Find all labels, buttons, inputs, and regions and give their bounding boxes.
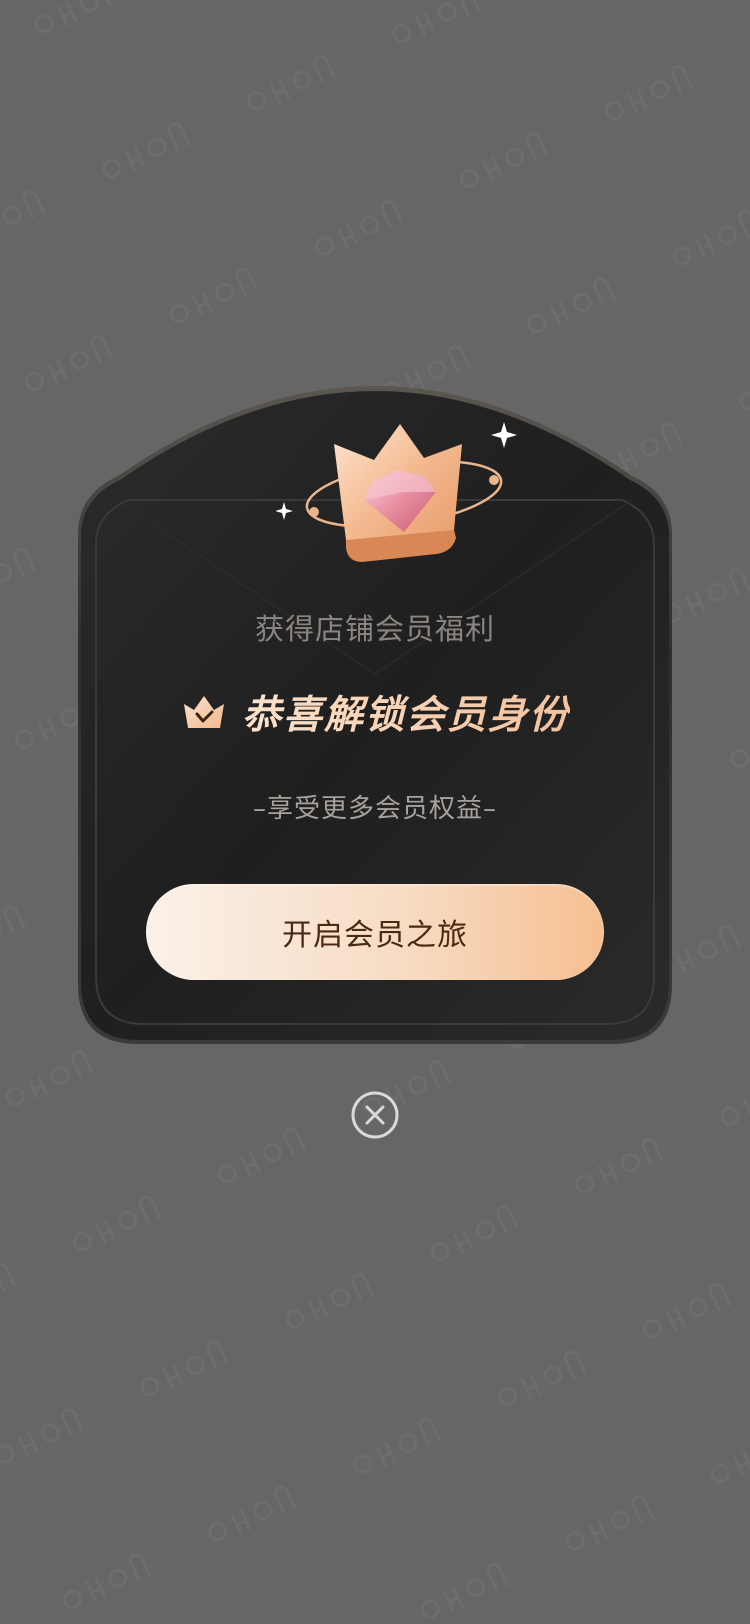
crown-diamond-icon bbox=[276, 422, 517, 562]
start-membership-label: 开启会员之旅 bbox=[282, 918, 468, 953]
popup-headline: 恭喜解锁会员身份 bbox=[242, 684, 570, 740]
member-unlock-popup: 获得店铺会员福利 恭喜解锁会员身份 –享受更多会员权益– 开启会员之旅 bbox=[78, 384, 672, 1044]
headline-row: 恭喜解锁会员身份 bbox=[78, 684, 672, 740]
popup-subtitle: 获得店铺会员福利 bbox=[254, 612, 495, 646]
close-icon[interactable] bbox=[350, 1090, 400, 1140]
popup-tagline: –享受更多会员权益– bbox=[252, 794, 497, 824]
start-membership-button[interactable]: 开启会员之旅 bbox=[146, 884, 604, 980]
crown-check-icon bbox=[183, 696, 224, 728]
